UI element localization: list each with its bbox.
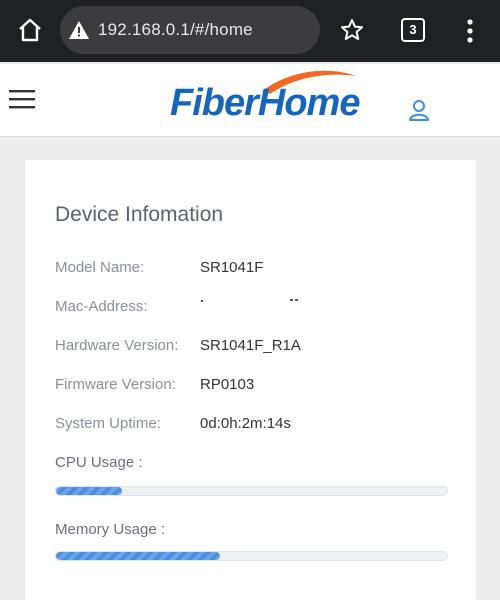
star-outline-icon[interactable]: [340, 18, 364, 42]
mac-address-label: Mac-Address:: [55, 298, 148, 315]
firmware-version-label: Firmware Version:: [55, 376, 176, 393]
warning-triangle-icon[interactable]: [68, 20, 90, 40]
system-uptime-label: System Uptime:: [55, 415, 161, 432]
vertical-dots-icon[interactable]: [466, 18, 474, 44]
hardware-version-label: Hardware Version:: [55, 337, 179, 354]
browser-toolbar: 192.168.0.1/#/home 3: [0, 0, 500, 62]
page-title: Device Infomation: [55, 203, 224, 226]
home-icon[interactable]: [16, 16, 44, 44]
firmware-version-value: RP0103: [200, 376, 255, 393]
model-name-value: SR1041F: [200, 259, 264, 276]
cpu-usage-label: CPU Usage :: [55, 454, 143, 471]
memory-usage-label: Memory Usage :: [55, 521, 166, 538]
hamburger-icon[interactable]: [9, 88, 35, 110]
tab-switcher-button[interactable]: 3: [401, 18, 425, 42]
memory-usage-fill: [56, 552, 221, 560]
url-text[interactable]: 192.168.0.1/#/home: [98, 20, 253, 40]
redacted-mac-marks: [201, 299, 298, 302]
memory-usage-bar: [55, 551, 448, 561]
cpu-usage-fill: [56, 487, 123, 495]
logo-text: FiberHome: [170, 82, 360, 124]
address-bar[interactable]: 192.168.0.1/#/home: [60, 6, 320, 54]
user-icon[interactable]: [407, 98, 431, 122]
cpu-usage-bar: [55, 486, 448, 496]
site-header: FiberHome: [0, 64, 500, 137]
system-uptime-value: 0d:0h:2m:14s: [200, 415, 291, 432]
fiberhome-logo: FiberHome: [160, 64, 360, 126]
model-name-label: Model Name:: [55, 259, 145, 276]
hardware-version-value: SR1041F_R1A: [200, 337, 301, 354]
device-info-card: Device Infomation Model Name: SR1041F Ma…: [25, 160, 476, 600]
